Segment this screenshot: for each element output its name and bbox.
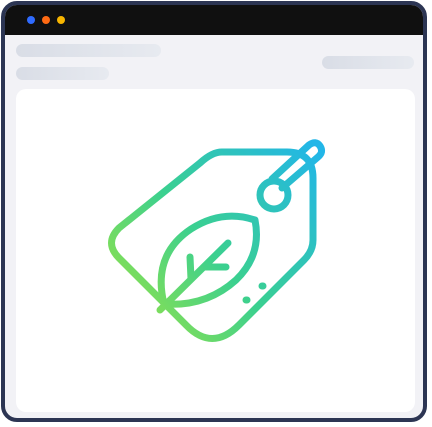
eco-price-tag-icon bbox=[108, 139, 326, 342]
placeholder-subtitle-bar bbox=[16, 67, 109, 80]
close-dot-icon[interactable] bbox=[27, 16, 35, 24]
window-titlebar bbox=[5, 5, 423, 35]
maximize-dot-icon[interactable] bbox=[57, 16, 65, 24]
placeholder-title-bar bbox=[16, 44, 161, 57]
leaf-icon bbox=[156, 212, 260, 314]
placeholder-action-bar bbox=[322, 56, 414, 69]
content-card bbox=[16, 89, 415, 412]
browser-window bbox=[1, 1, 427, 422]
minimize-dot-icon[interactable] bbox=[42, 16, 50, 24]
